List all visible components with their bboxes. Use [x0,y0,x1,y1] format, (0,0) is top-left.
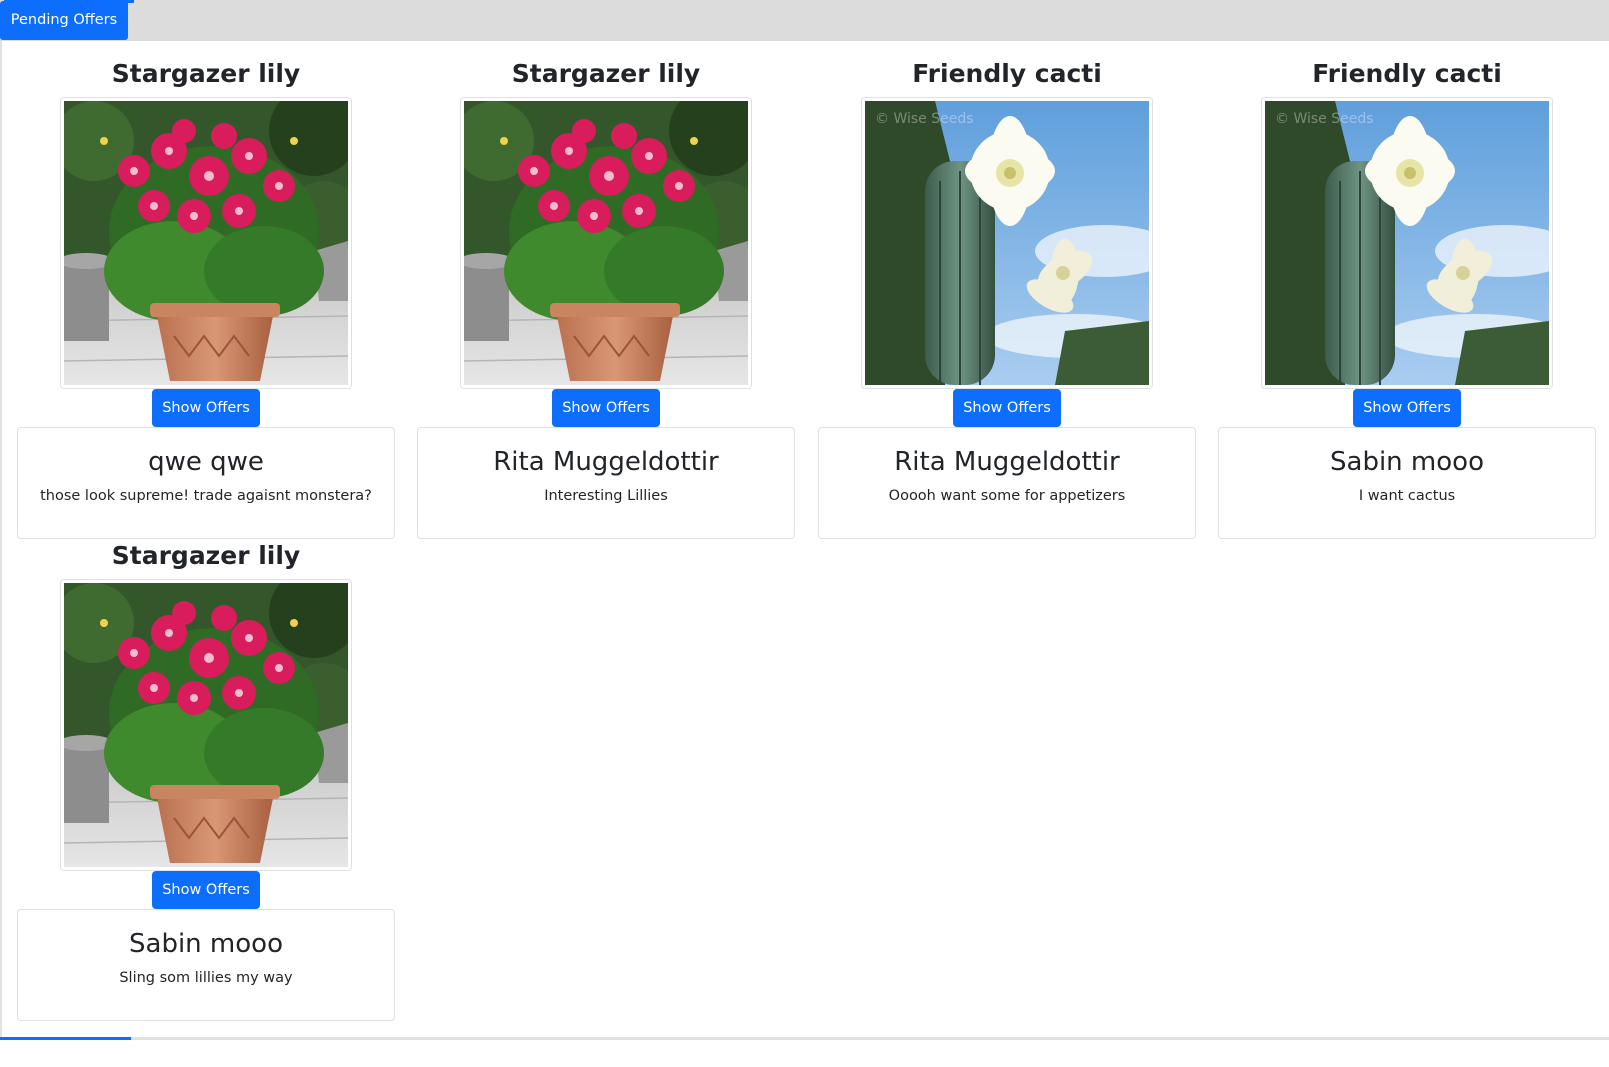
offer-card: Sabin mooo I want cactus [1218,427,1596,539]
cactus-photo [1265,101,1549,385]
bottom-tab-indicator [0,1037,1609,1040]
tab-pending-offers[interactable]: Pending Offers [0,0,134,40]
offer-user-name: Sabin mooo [1330,447,1484,477]
show-offers-button[interactable]: Show Offers [953,389,1061,427]
cactus-photo [865,101,1149,385]
offer-user-name: Rita Muggeldottir [493,447,719,477]
lily-photo [64,583,348,867]
offer-user-name: qwe qwe [148,447,264,477]
lily-photo [64,101,348,385]
tab-bar: Pending Offers [0,0,1609,41]
plant-title: Friendly cacti [1312,59,1502,88]
plant-image [60,579,352,871]
offer-card: Rita Muggeldottir Interesting Lillies [417,427,795,539]
show-offers-button[interactable]: Show Offers [1353,389,1461,427]
show-offers-button[interactable]: Show Offers [152,871,260,909]
plant-title: Friendly cacti [912,59,1102,88]
show-offers-button[interactable]: Show Offers [552,389,660,427]
offer-user-name: Sabin mooo [129,929,283,959]
offer-card: Rita Muggeldottir Ooooh want some for ap… [818,427,1196,539]
plant-title: Stargazer lily [111,59,301,88]
plant-image [1261,97,1553,389]
offer-message: those look supreme! trade agaisnt monste… [40,488,372,504]
show-offers-button[interactable]: Show Offers [152,389,260,427]
plant-image [460,97,752,389]
plant-image [60,97,352,389]
offers-panel: Stargazer lily Show Offers qwe qwe those… [0,41,1607,1037]
offer-message: Sling som lillies my way [119,970,293,986]
offer-message: I want cactus [1358,488,1456,504]
offer-message: Ooooh want some for appetizers [888,488,1126,504]
offer-message: Interesting Lillies [544,488,668,504]
offer-user-name: Rita Muggeldottir [894,447,1120,477]
plant-title: Stargazer lily [511,59,701,88]
plant-title: Stargazer lily [111,541,301,570]
plant-image [861,97,1153,389]
offer-card: qwe qwe those look supreme! trade agaisn… [17,427,395,539]
offer-card: Sabin mooo Sling som lillies my way [17,909,395,1021]
lily-photo [464,101,748,385]
